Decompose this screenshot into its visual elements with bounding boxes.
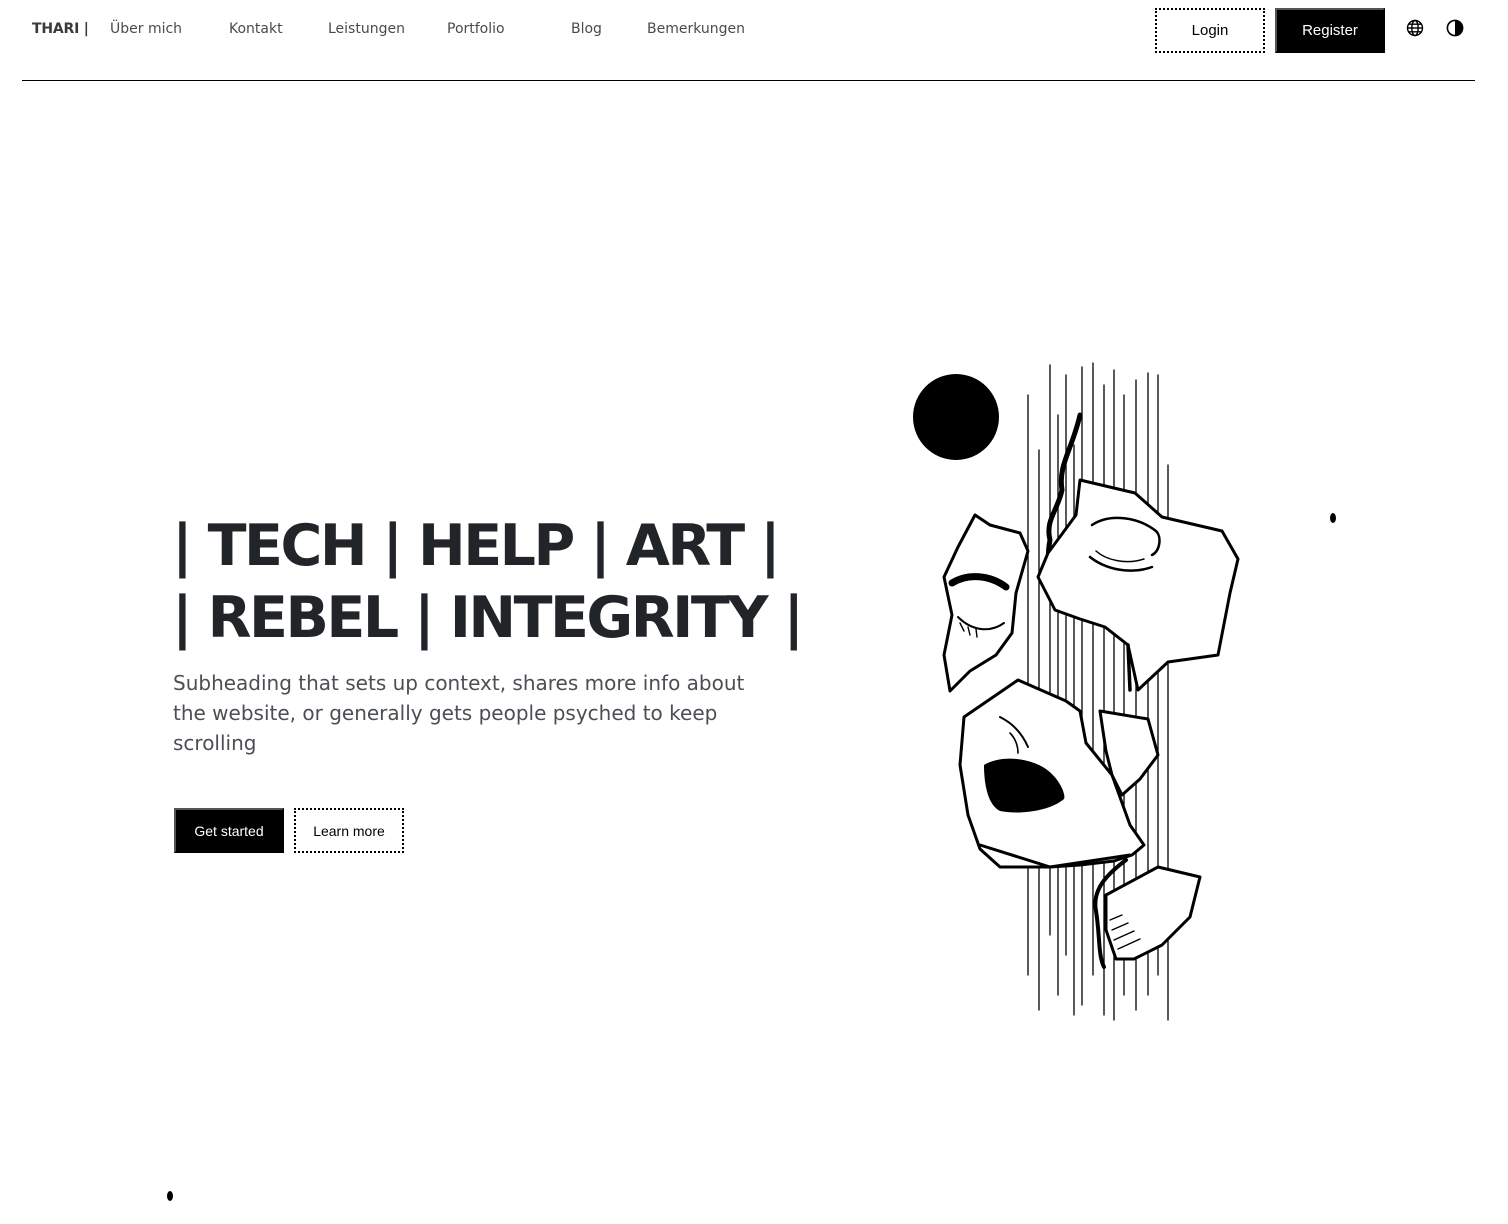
nav-link-leistungen[interactable]: Leistungen bbox=[328, 21, 405, 37]
hero-title: | TECH | HELP | ART | | REBEL | INTEGRIT… bbox=[172, 510, 812, 654]
hero-title-line-2: | REBEL | INTEGRITY | bbox=[172, 585, 804, 651]
login-button[interactable]: Login bbox=[1155, 8, 1265, 53]
hero-subheading: Subheading that sets up context, shares … bbox=[173, 671, 745, 755]
learn-more-button[interactable]: Learn more bbox=[294, 808, 404, 853]
decorative-dot bbox=[167, 1191, 173, 1201]
hero-title-line-1: | TECH | HELP | ART | bbox=[172, 513, 781, 579]
brand-logo[interactable]: THARI | bbox=[32, 21, 89, 37]
contrast-icon[interactable] bbox=[1445, 18, 1465, 38]
nav-link-ueber-mich[interactable]: Über mich bbox=[110, 21, 182, 37]
hero-illustration bbox=[900, 355, 1260, 1025]
navbar: THARI | Über mich Kontakt Leistungen Por… bbox=[0, 0, 1508, 60]
decorative-dot bbox=[1330, 513, 1336, 523]
nav-divider bbox=[22, 80, 1475, 81]
nav-link-kontakt[interactable]: Kontakt bbox=[229, 21, 283, 37]
nav-link-bemerkungen[interactable]: Bemerkungen bbox=[647, 21, 745, 37]
nav-link-portfolio[interactable]: Portfolio bbox=[447, 21, 505, 37]
nav-link-blog[interactable]: Blog bbox=[571, 21, 602, 37]
get-started-button[interactable]: Get started bbox=[174, 808, 284, 853]
globe-icon[interactable] bbox=[1405, 18, 1425, 38]
register-button[interactable]: Register bbox=[1275, 8, 1385, 53]
